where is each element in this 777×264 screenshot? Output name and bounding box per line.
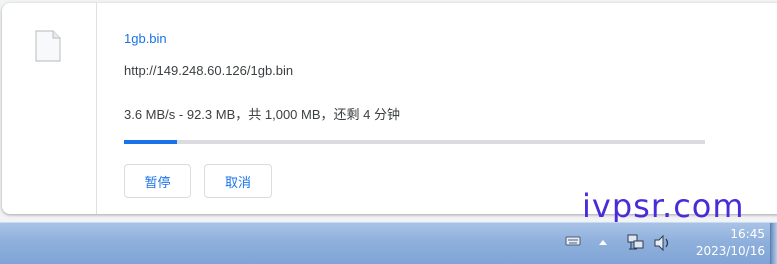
download-progress-fill (124, 140, 178, 144)
show-hidden-icons-icon[interactable] (598, 238, 608, 246)
show-desktop-button[interactable] (770, 223, 777, 264)
clock-date: 2023/10/16 (695, 244, 765, 258)
keyboard-icon[interactable] (565, 235, 581, 247)
file-icon (35, 30, 61, 62)
site-watermark: ivpsr.com (582, 187, 745, 225)
windows-taskbar: 16:45 2023/10/16 (0, 222, 777, 264)
taskbar-clock[interactable]: 16:45 2023/10/16 (696, 226, 765, 260)
pause-button[interactable]: 暂停 (124, 164, 191, 198)
system-tray: 16:45 2023/10/16 (0, 223, 777, 264)
download-progress-bar (124, 140, 705, 144)
file-url: http://149.248.60.126/1gb.bin (124, 63, 294, 78)
clock-time: 16:45 (730, 227, 765, 241)
download-item-card: 1gb.bin http://149.248.60.126/1gb.bin 3.… (2, 3, 777, 214)
network-icon[interactable] (627, 234, 645, 252)
cancel-button[interactable]: 取消 (204, 164, 272, 198)
download-status-text: 3.6 MB/s - 92.3 MB，共 1,000 MB，还剩 4 分钟 (124, 107, 400, 122)
file-name-link[interactable]: 1gb.bin (124, 31, 167, 46)
volume-icon[interactable] (653, 234, 673, 252)
file-icon-column (2, 3, 97, 214)
